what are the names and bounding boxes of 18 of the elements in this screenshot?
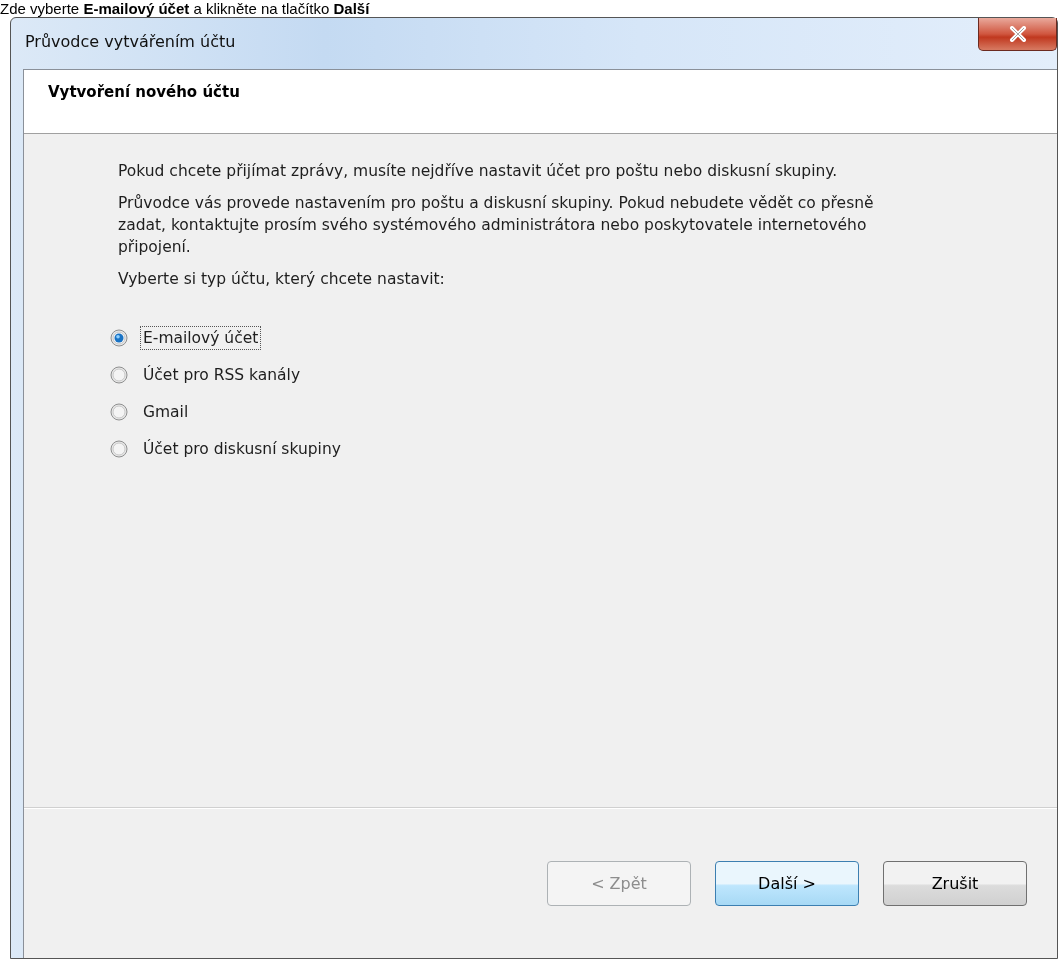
radio-label[interactable]: Gmail [140,400,192,424]
close-button[interactable] [978,18,1057,51]
radio-label[interactable]: Účet pro diskusní skupiny [140,437,344,461]
radio-button[interactable] [110,366,128,384]
next-button[interactable]: Další > [715,860,859,906]
description-text: Pokud chcete přijímat zprávy, musíte nejdříve nastavit účet pro poštu nebo diskusní skupiny. [118,161,839,182]
radio-label[interactable]: Účet pro RSS kanály [140,363,304,387]
radio-label[interactable]: E-mailový účet [140,326,262,350]
page-heading: Vytvoření nového účtu [48,82,240,101]
cancel-button[interactable]: Zrušit [883,860,1027,906]
window-title: Průvodce vytvářením účtu [24,32,236,51]
description-text: Průvodce vás provede nastavením pro poštu a diskusní skupiny. Pokud nebudete vědět co přesně zadat, kontaktujte prosím svého systémového administrátora nebo poskytovatele internetového připojení. [118,193,875,258]
instruction-caption: Zde vyberte E-mailový účet a klikněte na tlačítko Další [0,0,370,17]
description-text: Vyberte si typ účtu, který chcete nastavit: [118,269,446,290]
close-icon [1008,26,1027,42]
radio-button[interactable] [110,403,128,421]
radio-button[interactable] [110,440,128,458]
radio-button[interactable] [110,329,128,347]
